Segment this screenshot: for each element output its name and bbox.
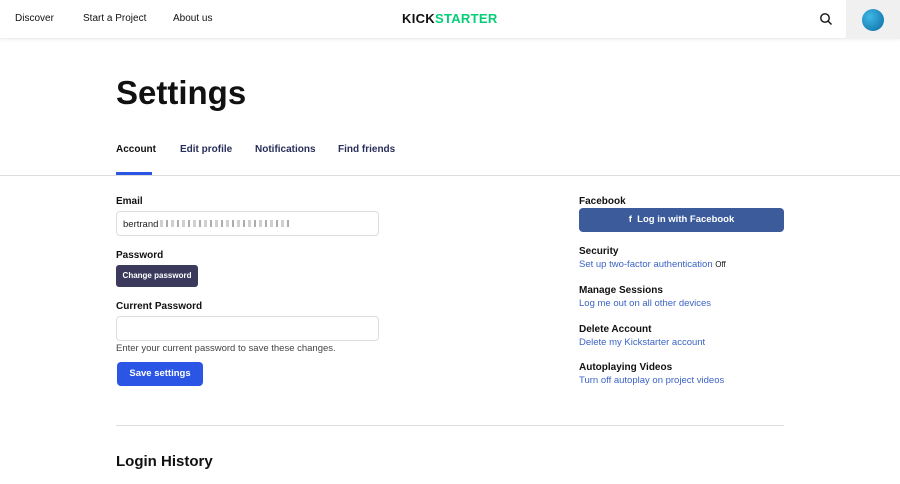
logout-all-link[interactable]: Log me out on all other devices xyxy=(579,298,711,309)
email-value: bertrand xyxy=(123,219,159,230)
nav-start-project[interactable]: Start a Project xyxy=(83,13,146,24)
header: Discover Start a Project About us KICKST… xyxy=(0,0,900,39)
autoplay-link[interactable]: Turn off autoplay on project videos xyxy=(579,375,724,386)
change-password-button[interactable]: Change password xyxy=(116,265,198,287)
tab-account[interactable]: Account xyxy=(116,144,156,155)
logo-part2: STARTER xyxy=(434,11,498,26)
password-hint: Enter your current password to save thes… xyxy=(116,343,336,354)
email-field[interactable]: bertrand xyxy=(116,211,379,236)
search-icon[interactable] xyxy=(819,12,833,26)
delete-account-link[interactable]: Delete my Kickstarter account xyxy=(579,337,705,348)
tab-notifications[interactable]: Notifications xyxy=(255,144,316,155)
page-title: Settings xyxy=(116,74,247,111)
nav-discover[interactable]: Discover xyxy=(15,13,54,24)
divider xyxy=(0,175,900,176)
delete-account-label: Delete Account xyxy=(579,324,652,335)
sessions-label: Manage Sessions xyxy=(579,285,663,296)
login-history-heading: Login History xyxy=(116,453,213,470)
section-divider xyxy=(116,425,784,426)
logo-part1: KICK xyxy=(402,11,435,26)
avatar[interactable] xyxy=(862,9,884,31)
current-password-field[interactable] xyxy=(116,316,379,341)
kickstarter-logo[interactable]: KICKSTARTER xyxy=(402,11,498,26)
redacted-email xyxy=(160,220,291,227)
current-password-label: Current Password xyxy=(116,301,203,312)
security-label: Security xyxy=(579,246,619,257)
facebook-login-button[interactable]: f Log in with Facebook xyxy=(579,208,784,232)
two-factor-status: Off xyxy=(715,260,726,269)
email-label: Email xyxy=(116,196,143,207)
facebook-label: Facebook xyxy=(579,196,626,207)
nav-about[interactable]: About us xyxy=(173,13,212,24)
password-label: Password xyxy=(116,250,164,261)
user-menu[interactable] xyxy=(846,0,900,39)
two-factor-link-row: Set up two-factor authentication Off xyxy=(579,259,726,270)
save-settings-button[interactable]: Save settings xyxy=(117,362,203,386)
two-factor-link[interactable]: Set up two-factor authentication xyxy=(579,259,713,270)
facebook-icon: f xyxy=(628,214,632,225)
autoplay-label: Autoplaying Videos xyxy=(579,362,673,373)
tab-find-friends[interactable]: Find friends xyxy=(338,144,395,155)
facebook-button-label: Log in with Facebook xyxy=(637,214,735,225)
tab-edit-profile[interactable]: Edit profile xyxy=(180,144,232,155)
